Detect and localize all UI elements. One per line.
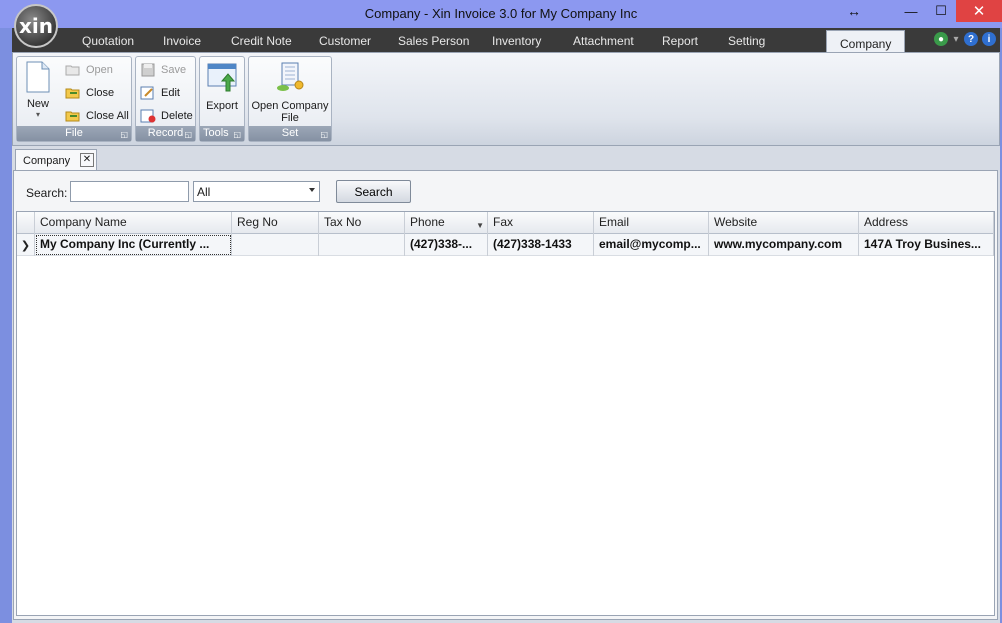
column-header-reg-no[interactable]: Reg No: [232, 212, 319, 234]
minimize-button[interactable]: —: [896, 0, 926, 22]
tab-invoice[interactable]: Invoice: [163, 34, 201, 48]
maximize-button[interactable]: ☐: [926, 0, 956, 22]
ribbon-group-record: Save Edit Delete Record ◱: [135, 56, 196, 142]
export-button-label: Export: [206, 100, 238, 112]
close-all-button[interactable]: Close All: [65, 109, 129, 123]
tab-quotation[interactable]: Quotation: [82, 34, 134, 48]
column-header-fax[interactable]: Fax: [488, 212, 594, 234]
resize-icon[interactable]: ↔: [812, 0, 896, 22]
ribbon-group-set: Open Company File Set ◱: [248, 56, 332, 142]
export-icon: [207, 63, 237, 92]
tab-setting[interactable]: Setting: [728, 34, 765, 48]
company-panel: Search: All Search Company Name Reg No T…: [13, 170, 998, 620]
ribbon-group-file: New ▾ Open Close Close All File ◱: [16, 56, 132, 142]
search-filter-value: All: [197, 185, 211, 199]
title-bar: Company - Xin Invoice 3.0 for My Company…: [0, 0, 1002, 28]
delete-button[interactable]: Delete: [140, 109, 193, 123]
cell-email[interactable]: email@mycomp...: [594, 234, 709, 256]
document-tab-label: Company: [23, 154, 71, 167]
info-icon[interactable]: i: [982, 32, 996, 46]
open-company-file-button[interactable]: Open Company File: [251, 61, 329, 124]
grid-header-row: Company Name Reg No Tax No Phone ▼ Fax E…: [17, 212, 994, 234]
column-header-tax-no[interactable]: Tax No: [319, 212, 405, 234]
search-input[interactable]: [70, 181, 189, 202]
ribbon: New ▾ Open Close Close All File ◱ Save E…: [12, 52, 1000, 146]
folder-close-icon: [65, 88, 80, 99]
save-button-label: Save: [161, 64, 187, 76]
dialog-launcher-icon[interactable]: ◱: [184, 130, 192, 139]
export-button[interactable]: Export: [202, 61, 242, 112]
edit-button-label: Edit: [161, 87, 180, 99]
menu-tab-bar: Quotation Invoice Credit Note Customer S…: [12, 28, 1000, 54]
column-header-email[interactable]: Email: [594, 212, 709, 234]
column-header-address[interactable]: Address: [859, 212, 994, 234]
tab-report[interactable]: Report: [662, 34, 698, 48]
search-filter-select[interactable]: All: [193, 181, 320, 202]
close-button[interactable]: ✕: [956, 0, 1002, 22]
tab-sales-person[interactable]: Sales Person: [398, 34, 469, 48]
folder-open-icon: [65, 65, 80, 76]
globe-icon[interactable]: ●: [934, 32, 948, 46]
document-tab-company[interactable]: Company ✕: [15, 149, 97, 171]
close-document-button[interactable]: Close: [65, 86, 114, 100]
search-button[interactable]: Search: [336, 180, 411, 203]
ribbon-group-label: File: [17, 126, 131, 141]
tabbar-icons: ● ▾ ? i: [934, 32, 996, 46]
open-company-file-label-2: File: [281, 112, 299, 124]
save-icon: [141, 63, 155, 77]
dialog-launcher-icon[interactable]: ◱: [320, 130, 328, 139]
company-file-icon: [277, 62, 304, 91]
window-controls: ↔ — ☐ ✕: [812, 0, 1002, 22]
tab-attachment[interactable]: Attachment: [573, 34, 634, 48]
close-button-label: Close: [86, 87, 115, 99]
save-button[interactable]: Save: [140, 63, 186, 77]
folder-close-all-icon: [65, 111, 80, 122]
chevron-down-icon: [309, 188, 315, 192]
dialog-launcher-icon[interactable]: ◱: [120, 130, 128, 139]
row-header-corner: [17, 212, 35, 234]
close-icon[interactable]: ✕: [80, 153, 94, 167]
row-indicator-icon: ❯: [17, 234, 35, 256]
dialog-launcher-icon[interactable]: ◱: [233, 130, 241, 139]
cell-phone[interactable]: (427)338-...: [405, 234, 488, 256]
open-button[interactable]: Open: [65, 63, 113, 77]
cell-website[interactable]: www.mycompany.com: [709, 234, 859, 256]
ribbon-group-tools: Export Tools ◱: [199, 56, 245, 142]
company-grid: Company Name Reg No Tax No Phone ▼ Fax E…: [16, 211, 995, 616]
tab-credit-note[interactable]: Credit Note: [231, 34, 292, 48]
cell-tax-no[interactable]: [319, 234, 405, 256]
open-company-file-label-1: Open Company: [251, 100, 329, 112]
cell-address[interactable]: 147A Troy Busines...: [859, 234, 994, 256]
filter-icon[interactable]: ▼: [476, 215, 484, 234]
search-label: Search:: [26, 186, 68, 200]
help-icon[interactable]: ?: [964, 32, 978, 46]
edit-icon: [140, 86, 154, 100]
column-header-website[interactable]: Website: [709, 212, 859, 234]
tab-inventory[interactable]: Inventory: [492, 34, 541, 48]
column-header-company-name[interactable]: Company Name: [35, 212, 232, 234]
new-document-icon: [26, 61, 50, 93]
ribbon-group-label: Set: [249, 126, 331, 141]
table-row[interactable]: ❯ My Company Inc (Currently ... (427)338…: [17, 234, 994, 256]
delete-icon: [140, 109, 156, 123]
cell-company-name[interactable]: My Company Inc (Currently ...: [35, 234, 232, 256]
close-all-button-label: Close All: [86, 110, 129, 122]
edit-button[interactable]: Edit: [140, 86, 180, 100]
app-logo[interactable]: xin: [14, 4, 58, 48]
chevron-down-icon: ▾: [35, 110, 40, 119]
delete-button-label: Delete: [161, 110, 193, 122]
chevron-down-icon[interactable]: ▾: [952, 32, 960, 46]
new-button[interactable]: New ▾: [21, 61, 55, 119]
new-button-label: New: [26, 98, 49, 110]
document-area: Company ✕ Search: All Search Company Nam…: [12, 146, 1000, 623]
open-button-label: Open: [86, 64, 113, 76]
cell-fax[interactable]: (427)338-1433: [488, 234, 594, 256]
cell-reg-no[interactable]: [232, 234, 319, 256]
column-header-phone-label: Phone: [410, 215, 445, 229]
column-header-phone[interactable]: Phone ▼: [405, 212, 488, 234]
tab-customer[interactable]: Customer: [319, 34, 371, 48]
tab-company[interactable]: Company: [826, 30, 906, 54]
